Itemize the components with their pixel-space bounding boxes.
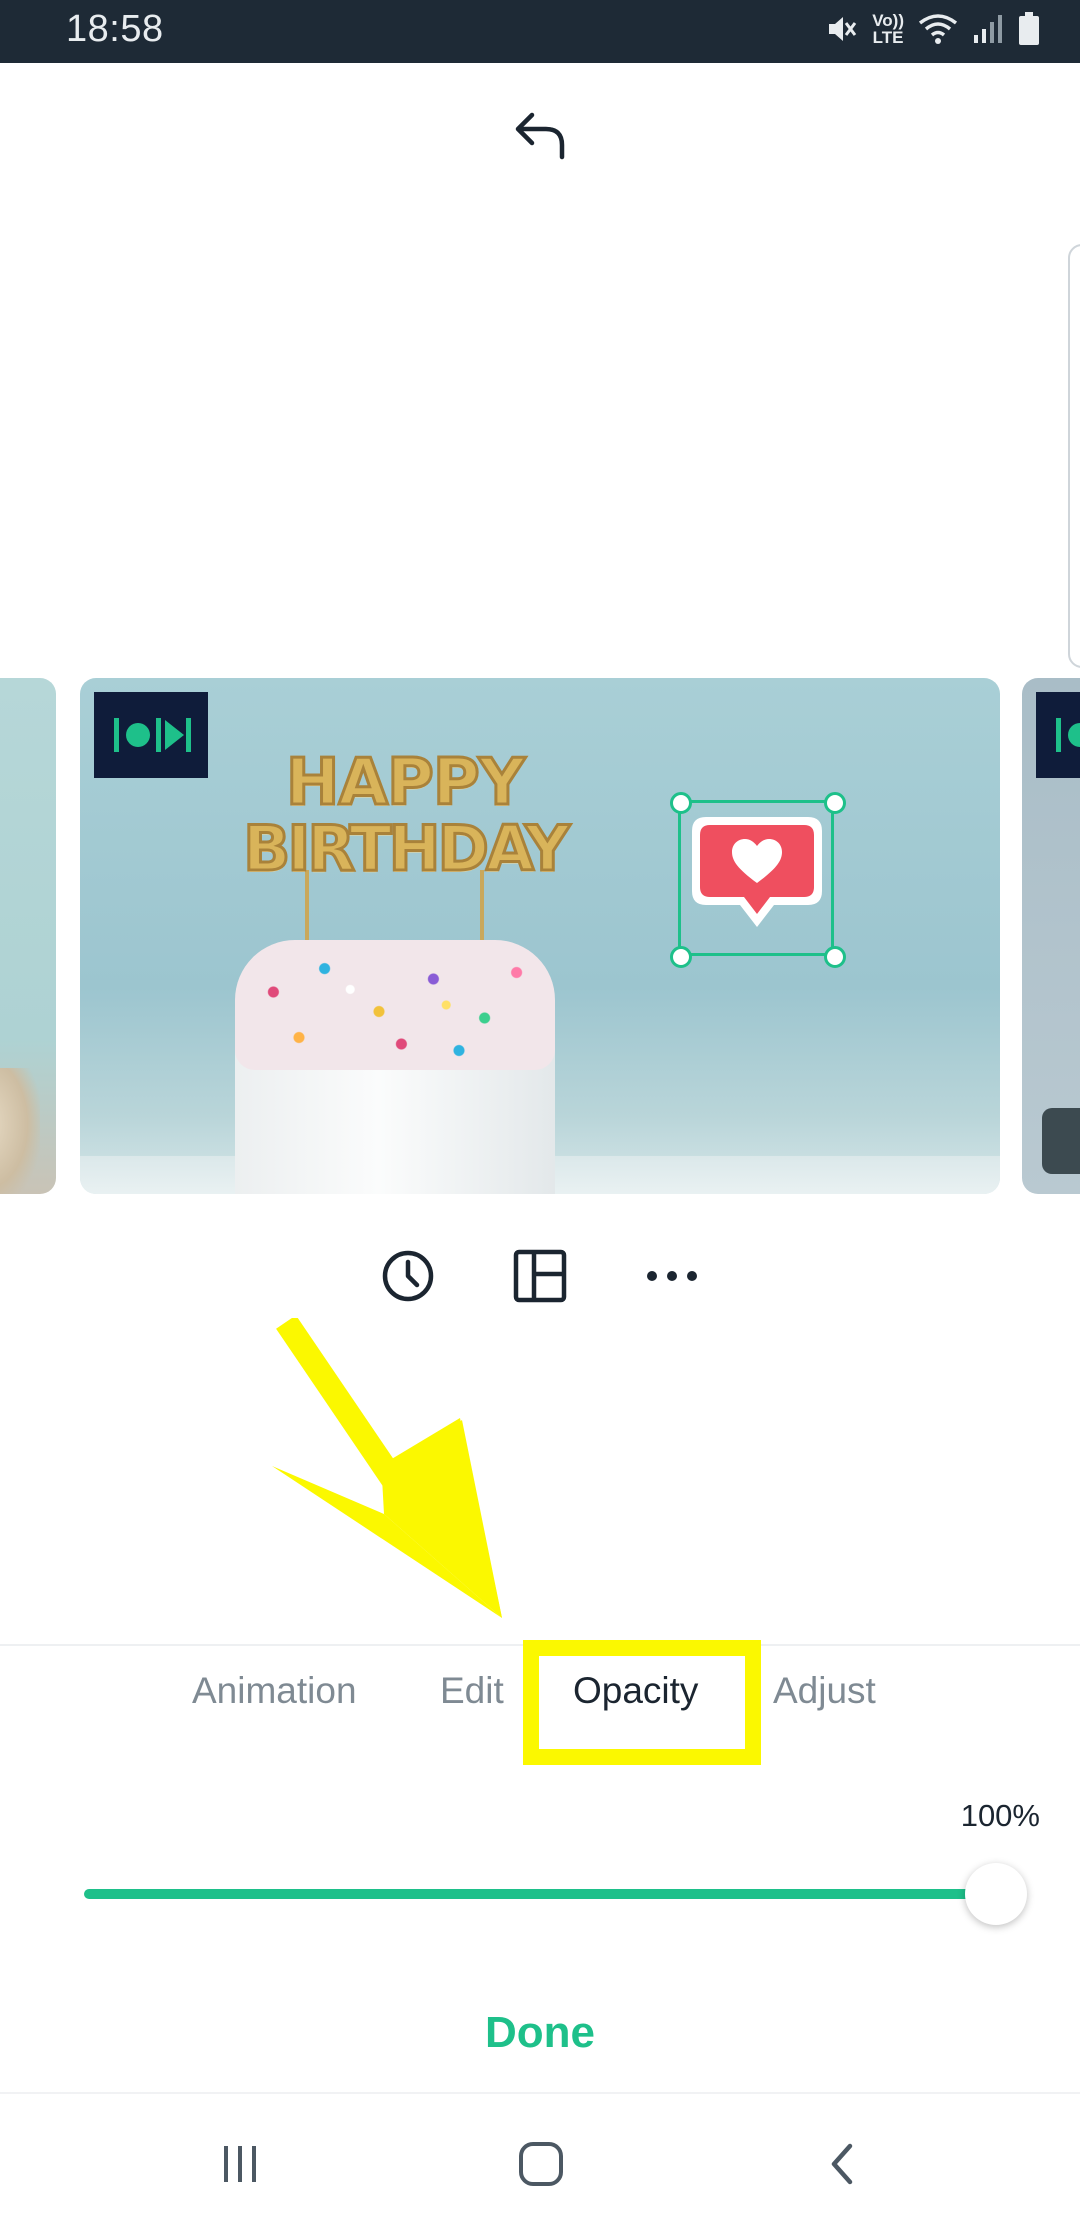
annotation-highlight-box <box>523 1640 761 1765</box>
cake-body <box>235 1050 555 1194</box>
slide-next-chip <box>1042 1108 1080 1174</box>
recent-apps-icon <box>224 2146 256 2182</box>
cake-topper-text: HAPPY BIRTHDAY <box>225 749 585 885</box>
resize-handle-bottom-right[interactable] <box>824 946 846 968</box>
tab-edit[interactable]: Edit <box>440 1670 504 1712</box>
layout-icon <box>513 1249 567 1303</box>
more-button[interactable] <box>642 1246 702 1306</box>
annotation-arrow <box>272 1318 502 1618</box>
undo-button[interactable] <box>510 105 572 167</box>
cake-sprinkles <box>235 940 555 1070</box>
status-icons: Vo)) LTE <box>824 12 1040 46</box>
home-icon <box>519 2142 563 2186</box>
volte-bottom-label: LTE <box>872 28 904 47</box>
wifi-icon <box>918 13 958 45</box>
system-nav-bar <box>0 2092 1080 2222</box>
resize-handle-bottom-left[interactable] <box>670 946 692 968</box>
back-button[interactable] <box>814 2134 874 2194</box>
media-badge-icon <box>1036 692 1080 778</box>
volte-icon: Vo)) LTE <box>872 12 904 46</box>
done-button[interactable]: Done <box>440 2008 640 2058</box>
status-time: 18:58 <box>66 8 164 50</box>
slide-prev-image <box>0 1068 40 1194</box>
mute-icon <box>824 12 858 46</box>
opacity-slider-track[interactable] <box>84 1889 996 1899</box>
tab-animation[interactable]: Animation <box>192 1670 357 1712</box>
heart-comment-sticker[interactable] <box>686 811 828 935</box>
slide-thumbnail-next[interactable] <box>1022 678 1080 1194</box>
clip-tools <box>378 1246 702 1306</box>
status-bar: 18:58 Vo)) LTE <box>0 0 1080 63</box>
clock-icon <box>382 1250 434 1302</box>
signal-icon <box>972 13 1004 45</box>
more-icon <box>647 1271 697 1281</box>
home-button[interactable] <box>511 2134 571 2194</box>
slide-canvas[interactable]: HAPPY BIRTHDAY <box>80 678 1000 1194</box>
back-icon <box>831 2143 853 2185</box>
duration-button[interactable] <box>378 1246 438 1306</box>
undo-icon <box>515 112 565 160</box>
cake-image <box>235 870 555 1194</box>
side-panel-handle[interactable] <box>1068 244 1080 668</box>
cake-text-line1: HAPPY <box>284 746 526 820</box>
cake-text-line2: BIRTHDAY <box>242 812 572 885</box>
opacity-value: 100% <box>960 1798 1040 1833</box>
opacity-slider-thumb[interactable] <box>965 1863 1027 1925</box>
media-badge-icon[interactable] <box>94 692 208 778</box>
battery-icon <box>1018 12 1040 46</box>
slide-thumbnail-previous[interactable] <box>0 678 56 1194</box>
volte-top-label: Vo)) <box>872 11 904 30</box>
recent-apps-button[interactable] <box>210 2134 270 2194</box>
tab-adjust[interactable]: Adjust <box>773 1670 876 1712</box>
layout-button[interactable] <box>510 1246 570 1306</box>
